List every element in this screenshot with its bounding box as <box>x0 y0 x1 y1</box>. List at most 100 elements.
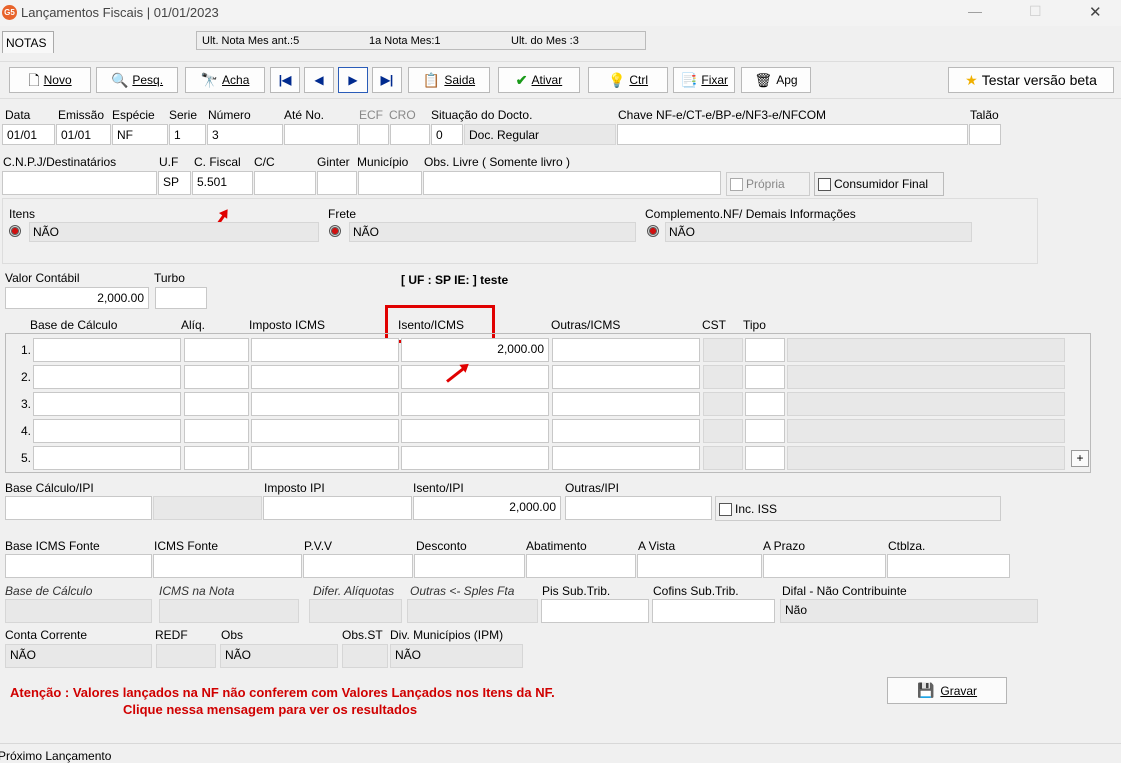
numero-field[interactable]: 3 <box>207 124 283 145</box>
cofins-sub-field[interactable] <box>652 599 775 623</box>
aliq-cell[interactable] <box>184 365 249 389</box>
pesq-button[interactable]: 🔍 Pesq. <box>96 67 178 93</box>
inc-iss-checkbox[interactable]: Inc. ISS <box>715 496 1001 521</box>
tipo-cell[interactable] <box>745 392 785 416</box>
emissao-field[interactable]: 01/01 <box>56 124 111 145</box>
propria-checkbox[interactable]: Própria <box>726 172 810 196</box>
desconto-field[interactable] <box>414 554 525 578</box>
abatimento-field[interactable] <box>526 554 636 578</box>
cfiscal-field[interactable]: 5.501 <box>192 171 253 195</box>
acha-button[interactable]: 🔭 Acha <box>185 67 265 93</box>
prev-record-button[interactable]: ◀ <box>304 67 334 93</box>
tipo-cell[interactable] <box>745 338 785 362</box>
frete-indicator[interactable] <box>329 223 343 237</box>
cc-field[interactable] <box>254 171 316 195</box>
label-base-calculo-st: Base de Cálculo <box>5 584 93 598</box>
close-icon[interactable]: ✕ <box>1089 3 1102 21</box>
saida-button[interactable]: 📋 Saida <box>408 67 490 93</box>
pvv-field[interactable] <box>303 554 413 578</box>
apg-button[interactable]: 🗑 Apg <box>741 67 811 93</box>
label-uf: U.F <box>159 155 179 169</box>
icms-fonte-field[interactable] <box>153 554 302 578</box>
label-talao: Talão <box>970 108 999 122</box>
base-calculo-st-field <box>5 599 152 623</box>
aliq-cell[interactable] <box>184 392 249 416</box>
municipio-field[interactable] <box>358 171 422 195</box>
maximize-icon[interactable]: ☐ <box>1029 3 1042 20</box>
imposto-icms-cell[interactable] <box>251 338 399 362</box>
warning-message[interactable]: Atenção : Valores lançados na NF não con… <box>10 685 630 717</box>
obs-livre-field[interactable] <box>423 171 721 195</box>
talao-field[interactable] <box>969 124 1001 145</box>
label-a-prazo: A Prazo <box>763 539 806 553</box>
minimize-icon[interactable]: — <box>968 3 982 19</box>
icms-row: 4. <box>6 419 1086 443</box>
fixar-button[interactable]: 📑 Fixar <box>673 67 735 93</box>
serie-field[interactable]: 1 <box>169 124 206 145</box>
aliq-cell[interactable] <box>184 419 249 443</box>
outras-icms-cell[interactable] <box>552 365 700 389</box>
imposto-icms-cell[interactable] <box>251 392 399 416</box>
complemento-indicator[interactable] <box>647 223 661 237</box>
tab-notas[interactable]: NOTAS <box>2 31 54 53</box>
cro-field[interactable] <box>390 124 430 145</box>
ctblza-field[interactable] <box>887 554 1010 578</box>
base-icms-fonte-field[interactable] <box>5 554 152 578</box>
imposto-icms-cell[interactable] <box>251 446 399 470</box>
turbo-field[interactable] <box>155 287 207 309</box>
isento-icms-cell[interactable] <box>401 419 549 443</box>
ecf-field[interactable] <box>359 124 389 145</box>
isento-icms-cell[interactable] <box>401 446 549 470</box>
chave-field[interactable] <box>617 124 968 145</box>
testar-beta-button[interactable]: ★ Testar versão beta <box>948 67 1114 93</box>
valor-contabil-field[interactable]: 2,000.00 <box>5 287 149 309</box>
ativar-button[interactable]: ✔ Ativar <box>498 67 580 93</box>
uf-field[interactable]: SP <box>158 171 191 195</box>
imposto-ipi-field[interactable] <box>263 496 412 520</box>
outras-ipi-field[interactable] <box>565 496 712 520</box>
outras-icms-cell[interactable] <box>552 338 700 362</box>
ult-nota-ant: Ult. Nota Mes ant.:5 <box>202 35 300 47</box>
first-record-button[interactable]: |◀ <box>270 67 300 93</box>
tipo-cell[interactable] <box>745 365 785 389</box>
base-calculo-cell[interactable] <box>33 338 181 362</box>
a-prazo-field[interactable] <box>763 554 886 578</box>
data-field[interactable]: 01/01 <box>2 124 55 145</box>
ginter-field[interactable] <box>317 171 357 195</box>
add-row-button[interactable]: + <box>1071 450 1089 467</box>
base-calculo-cell[interactable] <box>33 365 181 389</box>
tipo-cell[interactable] <box>745 419 785 443</box>
tipo-cell[interactable] <box>745 446 785 470</box>
situacao-code-field[interactable]: 0 <box>431 124 463 145</box>
star-icon: ★ <box>965 72 978 88</box>
outras-icms-cell[interactable] <box>552 446 700 470</box>
isento-icms-cell[interactable] <box>401 392 549 416</box>
cnpj-field[interactable] <box>2 171 157 195</box>
next-record-button[interactable]: ▶ <box>338 67 368 93</box>
imposto-icms-cell[interactable] <box>251 365 399 389</box>
isento-icms-cell[interactable] <box>401 365 549 389</box>
consumidor-final-checkbox[interactable]: Consumidor Final <box>814 172 944 196</box>
last-record-button[interactable]: ▶| <box>372 67 402 93</box>
a-vista-field[interactable] <box>637 554 762 578</box>
itens-indicator[interactable] <box>9 223 23 237</box>
outras-icms-cell[interactable] <box>552 392 700 416</box>
isento-icms-cell[interactable]: 2,000.00 <box>401 338 549 362</box>
gravar-button[interactable]: 💾 Gravar <box>887 677 1007 704</box>
novo-button[interactable]: 🗋 Novo <box>9 67 91 93</box>
app-icon: G5 <box>2 5 17 20</box>
base-calculo-cell[interactable] <box>33 446 181 470</box>
especie-field[interactable]: NF <box>112 124 168 145</box>
isento-ipi-field[interactable]: 2,000.00 <box>413 496 561 520</box>
pis-sub-field[interactable] <box>541 599 649 623</box>
aliq-cell[interactable] <box>184 446 249 470</box>
ate-no-field[interactable] <box>284 124 358 145</box>
imposto-icms-cell[interactable] <box>251 419 399 443</box>
base-calculo-cell[interactable] <box>33 392 181 416</box>
ctrl-button[interactable]: 💡 Ctrl <box>588 67 668 93</box>
base-calculo-cell[interactable] <box>33 419 181 443</box>
aliq-cell[interactable] <box>184 338 249 362</box>
outras-spl-field <box>407 599 538 623</box>
base-ipi-field[interactable] <box>5 496 152 520</box>
outras-icms-cell[interactable] <box>552 419 700 443</box>
